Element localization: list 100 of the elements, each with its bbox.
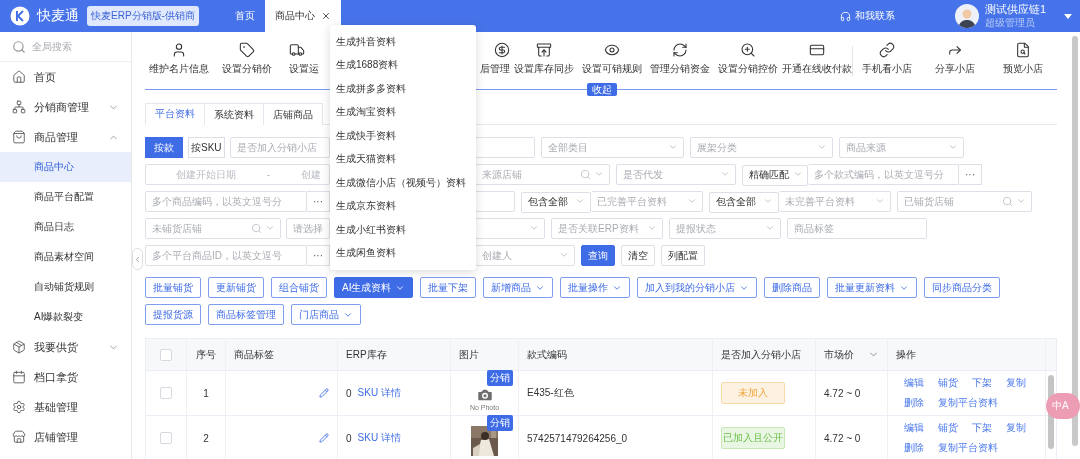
- sku-detail-link[interactable]: SKU 详情: [357, 386, 401, 400]
- submenu-item[interactable]: 商品中心: [0, 152, 131, 182]
- input-field[interactable]: 多个商品编码，以英文逗号分: [145, 191, 307, 212]
- action-button[interactable]: 批量操作: [560, 277, 631, 298]
- collapse-button[interactable]: 收起: [587, 83, 617, 96]
- menu-option[interactable]: 生成京东资料: [330, 194, 476, 218]
- select-field[interactable]: 提报状态: [669, 218, 781, 239]
- search-select-field[interactable]: 已铺货店铺: [897, 191, 1032, 212]
- action-button[interactable]: 列配置: [661, 245, 705, 266]
- toolbar-button[interactable]: 开通在线收付款: [782, 42, 852, 78]
- more-button[interactable]: ···: [307, 191, 330, 212]
- input-field[interactable]: 是否加入分销小店: [230, 137, 330, 158]
- segment-tab[interactable]: 按SKU: [187, 137, 225, 158]
- action-button[interactable]: AI生成资料: [334, 277, 414, 298]
- menu-option[interactable]: 生成淘宝资料: [330, 100, 476, 124]
- row-checkbox[interactable]: [160, 432, 172, 444]
- action-button[interactable]: 批量下架: [420, 277, 477, 298]
- select-field[interactable]: 创建人: [475, 245, 575, 266]
- action-button[interactable]: 批量更新资料: [827, 277, 918, 298]
- nav-tab[interactable]: 首页: [224, 0, 265, 32]
- row-action-link[interactable]: 删除: [904, 396, 938, 410]
- search-field[interactable]: 全局搜索: [32, 41, 119, 52]
- menu-option[interactable]: 生成天猫资料: [330, 147, 476, 171]
- row-action-link[interactable]: 铺货: [938, 421, 972, 435]
- select-field[interactable]: 是否代发: [616, 164, 736, 185]
- pencil-icon[interactable]: [319, 388, 329, 398]
- input-field[interactable]: [475, 137, 535, 158]
- select-field[interactable]: 精确匹配: [742, 164, 808, 186]
- row-action-link[interactable]: 复制平台资料: [938, 396, 1040, 410]
- action-button[interactable]: 删除商品: [764, 277, 821, 298]
- row-action-link[interactable]: 编辑: [904, 376, 938, 390]
- data-tab[interactable]: 平台资料: [145, 103, 205, 125]
- menu-option[interactable]: 生成抖音资料: [330, 30, 476, 54]
- more-button[interactable]: ···: [959, 164, 982, 185]
- input-field[interactable]: 请选择: [286, 218, 330, 239]
- toolbar-button[interactable]: 设置可销规则: [578, 42, 646, 78]
- caret-down-icon[interactable]: [1064, 13, 1072, 19]
- menu-option[interactable]: 生成拼多多资料: [330, 77, 476, 101]
- input-field[interactable]: 多个平台商品ID，以英文逗号: [145, 245, 307, 266]
- close-icon[interactable]: [320, 11, 331, 21]
- action-button[interactable]: 商品标签管理: [208, 304, 284, 325]
- search-select-field[interactable]: 未铺货店铺: [145, 218, 281, 239]
- row-action-link[interactable]: 铺货: [938, 376, 972, 390]
- segment-tab[interactable]: 按款: [145, 137, 183, 158]
- action-button[interactable]: 更新铺货: [208, 277, 264, 298]
- row-action-link[interactable]: 删除: [904, 441, 938, 455]
- avatar[interactable]: [954, 4, 979, 28]
- select-field[interactable]: 包含全部: [709, 191, 779, 213]
- row-action-link[interactable]: 复制: [1006, 421, 1040, 435]
- menu-option[interactable]: 生成闲鱼资料: [330, 241, 476, 265]
- pencil-icon[interactable]: [319, 433, 329, 443]
- toolbar-button[interactable]: 预览小店: [989, 42, 1057, 78]
- action-button[interactable]: 加入到我的分销小店: [637, 277, 758, 298]
- menu-option[interactable]: 生成1688资料: [330, 53, 476, 77]
- contact-button[interactable]: 和我联系: [833, 8, 901, 24]
- action-button[interactable]: 组合铺货: [271, 277, 327, 298]
- select-all-checkbox[interactable]: [160, 348, 172, 361]
- input-field[interactable]: 多个款式编码，以英文逗号分: [808, 164, 959, 185]
- action-button[interactable]: 提报货源: [145, 304, 201, 325]
- nav-tab[interactable]: 商品中心: [264, 0, 341, 32]
- data-tab[interactable]: 系统资料: [204, 103, 264, 125]
- toolbar-button[interactable]: 后管理: [476, 42, 510, 78]
- input-field[interactable]: 商品标签: [787, 218, 927, 239]
- row-action-link[interactable]: 下架: [972, 376, 1006, 390]
- action-button[interactable]: 清空: [621, 245, 655, 266]
- data-tab[interactable]: 店铺商品: [263, 103, 323, 125]
- sidebar-collapse-button[interactable]: [132, 248, 143, 270]
- query-button[interactable]: 查询: [581, 245, 615, 266]
- toolbar-button[interactable]: 分享小店: [921, 42, 989, 78]
- action-button[interactable]: 新增商品: [483, 277, 554, 298]
- select-field[interactable]: 已完善平台资料: [591, 191, 703, 212]
- row-action-link[interactable]: 复制平台资料: [938, 441, 1040, 455]
- row-checkbox[interactable]: [160, 387, 172, 399]
- select-field[interactable]: 全部类目: [541, 137, 684, 158]
- menu-option[interactable]: 生成快手资料: [330, 124, 476, 148]
- sku-detail-link[interactable]: SKU 详情: [357, 431, 401, 445]
- input-field[interactable]: [475, 191, 515, 212]
- menu-option[interactable]: 生成微信小店（视频号）资料: [330, 171, 476, 195]
- menu-option[interactable]: 生成小红书资料: [330, 218, 476, 242]
- action-button[interactable]: 同步商品分类: [924, 277, 1001, 298]
- select-field[interactable]: [475, 218, 545, 239]
- search-select-field[interactable]: 来源店铺: [475, 164, 610, 185]
- select-field[interactable]: 包含全部: [521, 191, 591, 213]
- action-button[interactable]: 批量铺货: [145, 277, 201, 298]
- toolbar-button[interactable]: 管理分销资金: [646, 42, 714, 78]
- select-field[interactable]: 商品来源: [839, 137, 964, 158]
- row-action-link[interactable]: 编辑: [904, 421, 938, 435]
- action-button[interactable]: 门店商品: [291, 304, 361, 325]
- toolbar-button[interactable]: 维护名片信息: [145, 42, 213, 78]
- select-field[interactable]: 是否关联ERP资料: [551, 218, 663, 239]
- toolbar-button[interactable]: 设置库存同步: [510, 42, 578, 78]
- row-action-link[interactable]: 复制: [1006, 376, 1040, 390]
- select-field[interactable]: 未完善平台资料: [779, 191, 891, 212]
- toolbar-button[interactable]: 设置运: [281, 42, 331, 78]
- toolbar-button[interactable]: 设置分销控价: [714, 42, 782, 78]
- more-button[interactable]: ···: [307, 245, 330, 266]
- select-field[interactable]: 展架分类: [690, 137, 833, 158]
- toolbar-button[interactable]: 手机看小店: [853, 42, 921, 78]
- row-action-link[interactable]: 下架: [972, 421, 1006, 435]
- scrollbar[interactable]: [1072, 36, 1078, 446]
